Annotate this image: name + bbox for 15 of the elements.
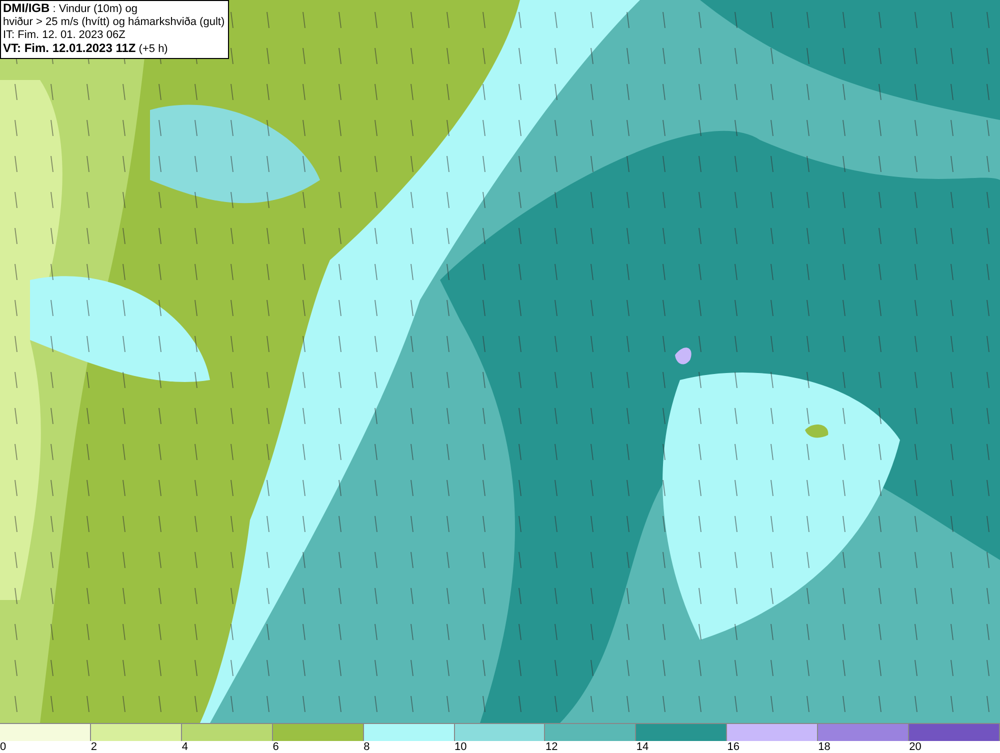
legend-label: 20 bbox=[909, 741, 922, 753]
legend-label: 14 bbox=[636, 741, 649, 753]
legend-label: 4 bbox=[182, 741, 188, 753]
legend-label: 0 bbox=[0, 741, 6, 753]
legend-label: 16 bbox=[727, 741, 740, 753]
legend-label: 8 bbox=[364, 741, 370, 753]
title-line: VT: Fim. 12.01.2023 11Z (+5 h) bbox=[3, 42, 169, 56]
legend-label: 6 bbox=[272, 741, 279, 753]
title-line: hviður > 25 m/s (hvítt) og hámarkshviða (gult) bbox=[3, 16, 225, 29]
legend-label: 10 bbox=[454, 741, 467, 753]
legend-label: 12 bbox=[545, 741, 558, 753]
legend-label: 2 bbox=[90, 741, 98, 753]
title-line: DMI/IGB : Vindur (10m) og bbox=[3, 2, 139, 16]
title-line: IT: Fim. 12. 01. 2023 06Z bbox=[3, 29, 126, 42]
legend-label: 18 bbox=[818, 741, 830, 753]
